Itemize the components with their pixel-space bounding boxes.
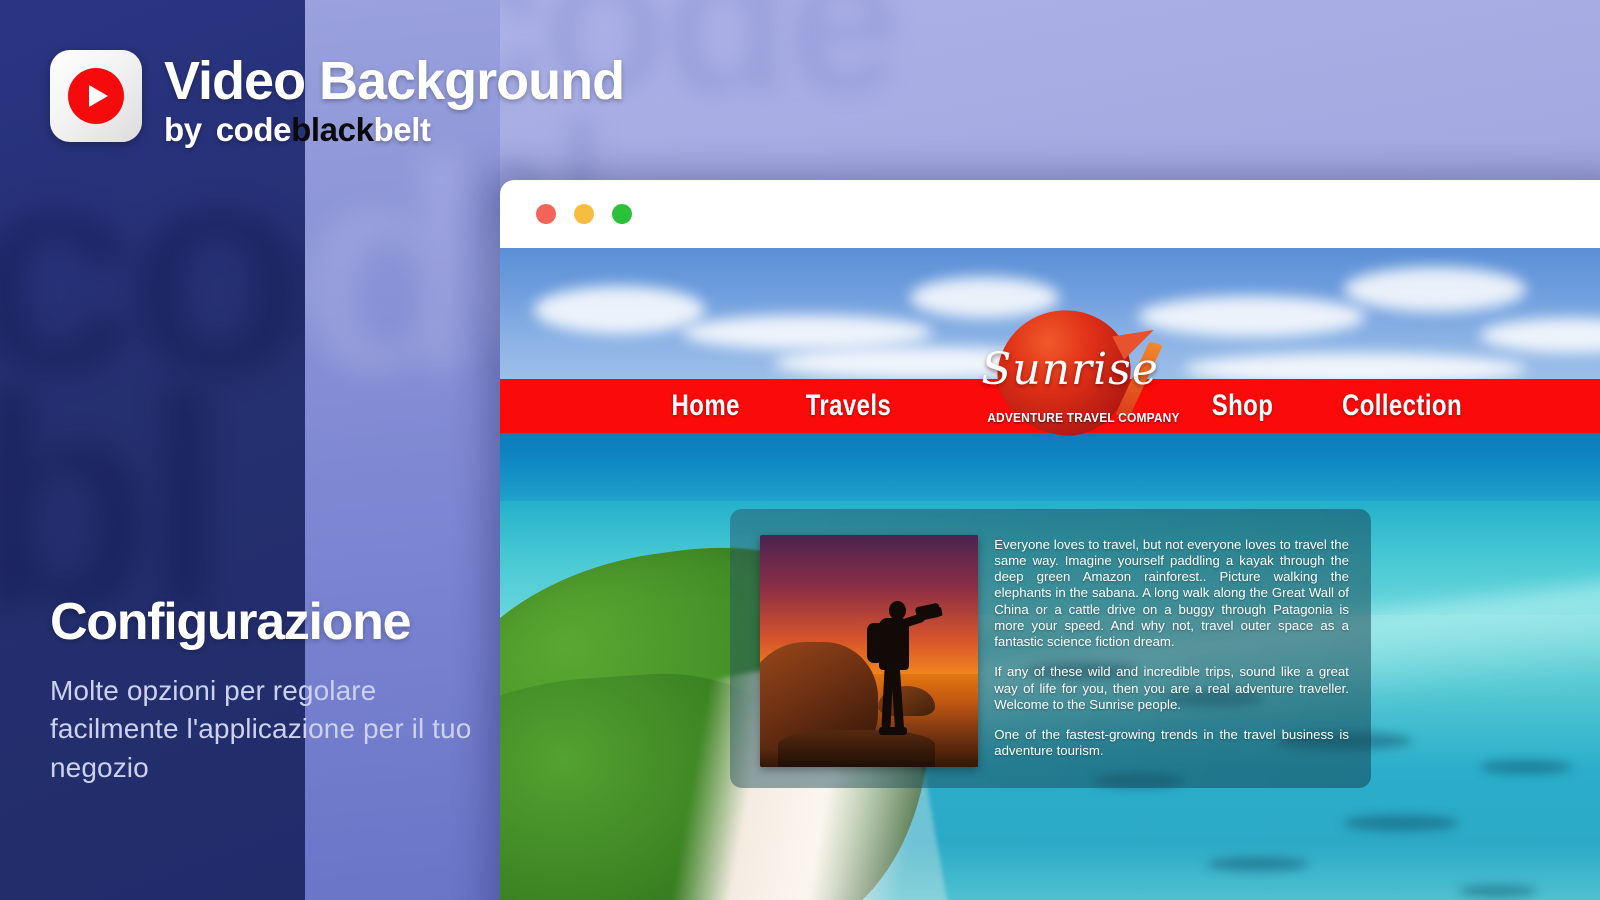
browser-viewport: Home Travels Shop Collection Sunrise ADV… <box>500 248 1600 900</box>
card-paragraph-2: If any of these wild and incredible trip… <box>994 664 1349 712</box>
photographer-photo <box>760 534 979 767</box>
sunrise-tagline: ADVENTURE TRAVEL COMPANY <box>987 410 1180 426</box>
sunrise-wordmark: Sunrise <box>981 344 1159 396</box>
brand-text-block: Video Background by codeblackbelt <box>164 50 625 149</box>
slide-canvas: code bl code bl code bl Video Background… <box>0 0 1600 900</box>
photographer-silhouette-icon <box>867 600 943 751</box>
nav-item-collection[interactable]: Collection <box>1342 389 1462 423</box>
brand-header: Video Background by codeblackbelt <box>50 50 625 149</box>
play-triangle-icon <box>89 85 108 107</box>
page-title: Configurazione <box>50 593 412 651</box>
nav-item-travels[interactable]: Travels <box>805 389 891 423</box>
brand-title: Video Background <box>164 51 625 111</box>
play-button-icon <box>50 50 142 142</box>
play-circle-icon <box>68 68 124 124</box>
page-description: Molte opzioni per regolare facilmente l'… <box>50 674 472 783</box>
left-copy-block: Configurazione Molte opzioni per regolar… <box>50 595 480 787</box>
brand-company-code: code <box>215 111 292 149</box>
browser-title-bar <box>500 180 1600 248</box>
nav-item-shop[interactable]: Shop <box>1211 389 1273 423</box>
card-text-block: Everyone loves to travel, but not everyo… <box>994 535 1349 766</box>
brand-company-belt: belt <box>373 111 431 149</box>
card-paragraph-3: One of the fastest-growing trends in the… <box>994 726 1349 759</box>
content-card: Everyone loves to travel, but not everyo… <box>730 508 1371 788</box>
minimize-dot-icon[interactable] <box>574 204 594 224</box>
brand-by-label: by <box>164 111 202 149</box>
mid-panel-watermark: code bl <box>305 99 500 435</box>
sunrise-logo[interactable]: Sunrise ADVENTURE TRAVEL COMPANY <box>980 300 1180 445</box>
brand-byline: by codeblackbelt <box>164 111 624 149</box>
maximize-dot-icon[interactable] <box>612 204 632 224</box>
nav-item-home[interactable]: Home <box>672 389 740 423</box>
browser-window-mockup: Home Travels Shop Collection Sunrise ADV… <box>500 180 1600 900</box>
card-paragraph-1: Everyone loves to travel, but not everyo… <box>994 536 1349 650</box>
left-panel-watermark: code bl <box>0 99 305 669</box>
close-dot-icon[interactable] <box>536 204 556 224</box>
brand-company-black: black <box>291 111 374 149</box>
